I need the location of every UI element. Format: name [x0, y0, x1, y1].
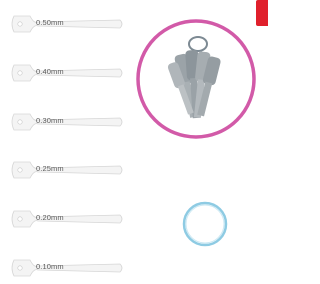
- gauge-blade-shape: [11, 259, 123, 277]
- gauge-blade-shape: [11, 210, 123, 228]
- gauge-blade-shape: [11, 113, 123, 131]
- keys-photo-circle: [136, 19, 256, 139]
- gauge-blade-010: 0.10mm: [8, 256, 126, 280]
- gauge-blade-shape: [11, 15, 123, 33]
- gauge-blade-shape: [11, 64, 123, 82]
- split-ring-icon: [182, 201, 228, 247]
- gauge-blade-shape: [11, 161, 123, 179]
- gauge-thickness-label: 0.25mm: [36, 164, 64, 173]
- gauge-blade-050: 0.50mm: [8, 12, 126, 36]
- gauge-thickness-label: 0.50mm: [36, 18, 64, 27]
- gauge-blade-030: 0.30mm: [8, 110, 126, 134]
- gauge-thickness-label: 0.40mm: [36, 67, 64, 76]
- corner-badge: [256, 0, 268, 26]
- gauge-thickness-label: 0.20mm: [36, 213, 64, 222]
- gauge-blade-040: 0.40mm: [8, 61, 126, 85]
- gauge-blade-020: 0.20mm: [8, 207, 126, 231]
- gauge-blade-025: 0.25mm: [8, 158, 126, 182]
- gauge-thickness-label: 0.30mm: [36, 116, 64, 125]
- gauge-thickness-label: 0.10mm: [36, 262, 64, 271]
